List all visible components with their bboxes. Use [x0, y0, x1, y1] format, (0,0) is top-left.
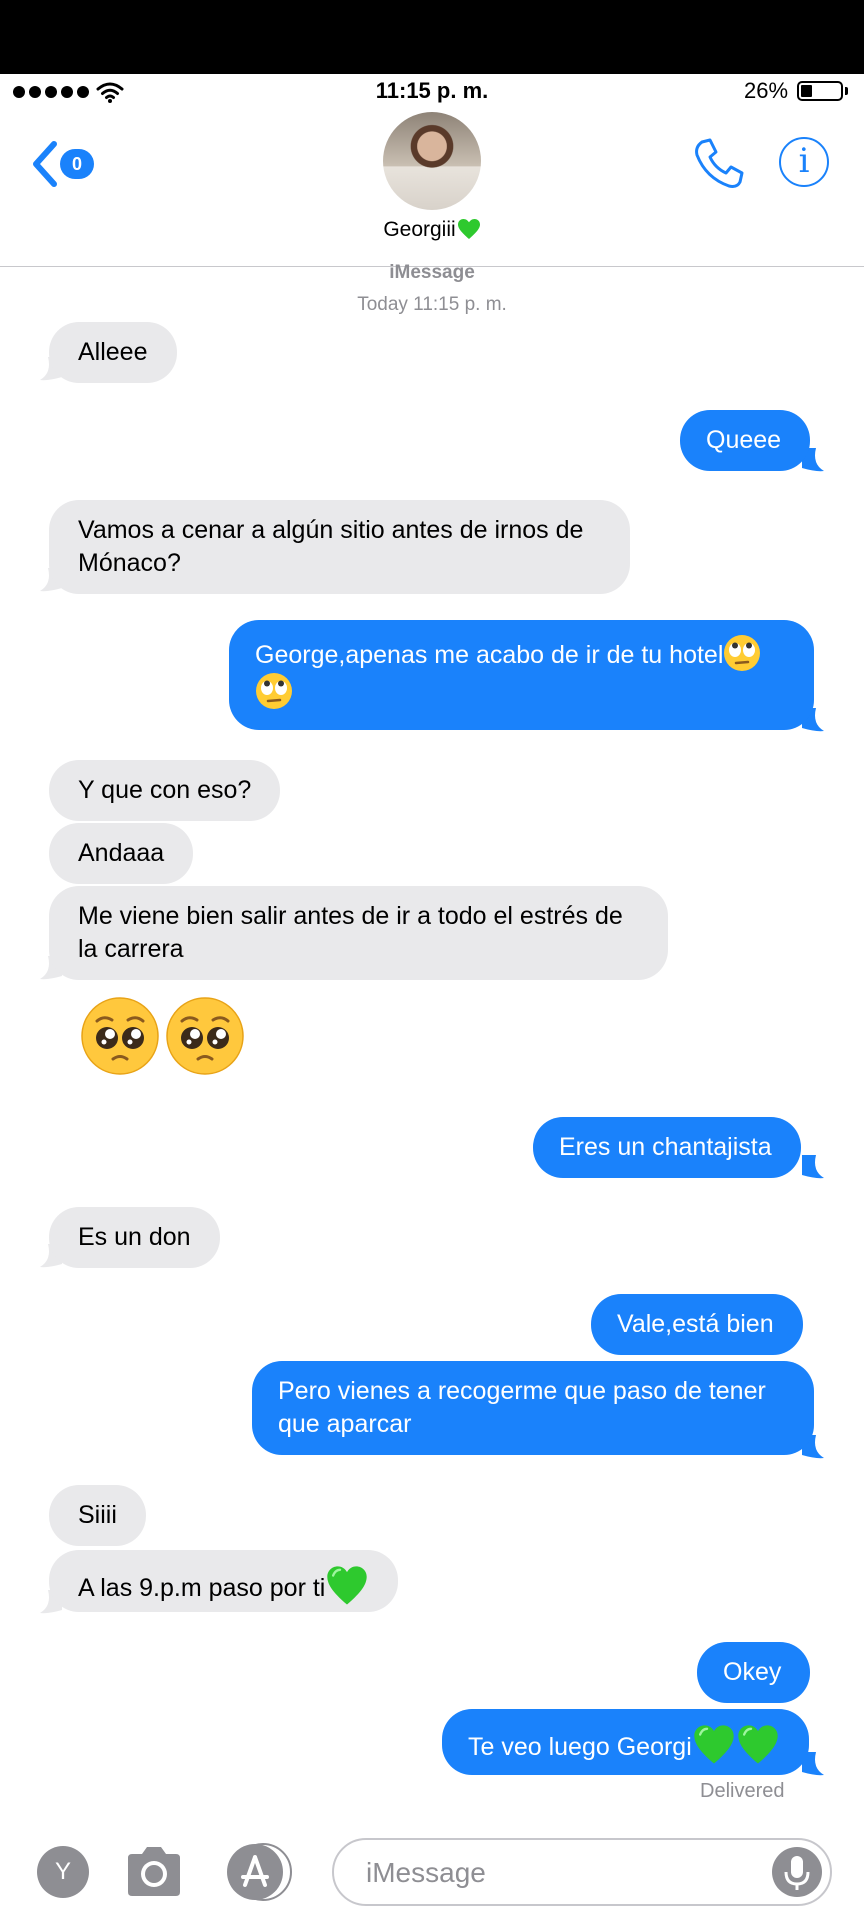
green-heart-icon — [694, 1725, 734, 1764]
microphone-icon — [784, 1856, 810, 1890]
message-bubble-outgoing[interactable]: Queee — [680, 410, 811, 471]
battery-icon — [797, 81, 843, 101]
message-text: Vale,está bien — [617, 1310, 774, 1338]
message-text: A las 9.p.m paso por ti — [78, 1574, 326, 1602]
info-icon: i — [798, 141, 810, 181]
message-text: Queee — [706, 426, 782, 454]
rolling-eyes-emoji-icon — [724, 635, 761, 671]
message-bubble-incoming[interactable]: Y que con eso? — [49, 760, 281, 821]
message-text: Es un don — [78, 1223, 191, 1251]
delivered-status: Delivered — [700, 1780, 785, 1802]
status-bar: 11:15 p. m. 26% — [0, 74, 864, 112]
contact-name[interactable]: Georgiii — [0, 218, 864, 242]
rolling-eyes-emoji-icon — [256, 673, 292, 709]
message-bubble-incoming[interactable]: Me viene bien salir antes de ir a todo e… — [49, 886, 668, 980]
battery-percent: 26% — [744, 78, 789, 103]
message-text: Me viene bien salir antes de ir a todo e… — [78, 902, 630, 963]
message-text: Pero vienes a recogerme que paso de tene… — [278, 1377, 773, 1438]
message-text: George,apenas me acabo de ir de tu hotel — [255, 641, 724, 669]
app-drawer-y-button[interactable]: Y — [37, 1846, 89, 1898]
chevron-left-icon — [33, 141, 57, 187]
message-composer: Y iMessage — [0, 1822, 864, 1920]
green-heart-icon — [327, 1566, 368, 1605]
green-heart-icon — [457, 219, 480, 239]
message-bubble-outgoing[interactable]: Okey — [697, 1642, 811, 1703]
info-button[interactable]: i — [779, 137, 829, 187]
green-heart-icon — [738, 1725, 778, 1764]
message-text: Y que con eso? — [78, 776, 252, 804]
conversation-timestamp: Today 11:15 p. m. — [357, 294, 507, 315]
conversation-header: 0 Georgiii i — [0, 112, 864, 267]
message-bubble-incoming[interactable]: Andaaa — [49, 823, 194, 884]
message-text: Vamos a cenar a algún sitio antes de irn… — [78, 516, 591, 577]
message-text: Siiii — [78, 1501, 117, 1529]
phone-call-icon[interactable] — [690, 136, 746, 192]
message-bubble-incoming[interactable]: A las 9.p.m paso por ti — [49, 1550, 399, 1612]
microphone-button[interactable] — [772, 1847, 822, 1897]
message-bubble-outgoing[interactable]: Te veo luego Georgi — [442, 1709, 809, 1775]
camera-icon[interactable] — [124, 1842, 184, 1900]
message-bubble-outgoing[interactable]: Vale,está bien — [591, 1294, 803, 1355]
message-text: Te veo luego Georgi — [468, 1733, 692, 1761]
message-bubble-incoming[interactable]: Alleee — [49, 322, 177, 383]
unread-count-badge: 0 — [60, 149, 94, 179]
service-label: iMessage — [389, 262, 475, 283]
message-text: Eres un chantajista — [559, 1133, 772, 1161]
message-text: Alleee — [78, 338, 148, 366]
contact-avatar[interactable] — [383, 112, 481, 210]
message-input[interactable]: iMessage — [332, 1838, 832, 1906]
message-text: Okey — [723, 1658, 782, 1686]
pleading-face-emoji-icon[interactable] — [165, 996, 245, 1076]
message-text: Andaaa — [78, 839, 165, 867]
message-bubble-incoming[interactable]: Vamos a cenar a algún sitio antes de irn… — [49, 500, 630, 594]
status-time: 11:15 p. m. — [375, 78, 489, 103]
message-bubble-outgoing[interactable]: George,apenas me acabo de ir de tu hotel — [229, 620, 814, 730]
contact-name-text: Georgiii — [383, 218, 456, 241]
message-input-placeholder: iMessage — [366, 1857, 486, 1888]
black-top-bar — [0, 0, 864, 74]
message-bubble-incoming[interactable]: Siiii — [49, 1485, 146, 1546]
message-bubble-outgoing[interactable]: Eres un chantajista — [533, 1117, 801, 1178]
app-store-icon[interactable] — [226, 1843, 298, 1901]
pleading-face-emoji-icon[interactable] — [80, 996, 160, 1076]
message-bubble-outgoing[interactable]: Pero vienes a recogerme que paso de tene… — [252, 1361, 814, 1455]
message-bubble-incoming[interactable]: Es un don — [49, 1207, 220, 1268]
back-button[interactable]: 0 — [30, 138, 100, 190]
